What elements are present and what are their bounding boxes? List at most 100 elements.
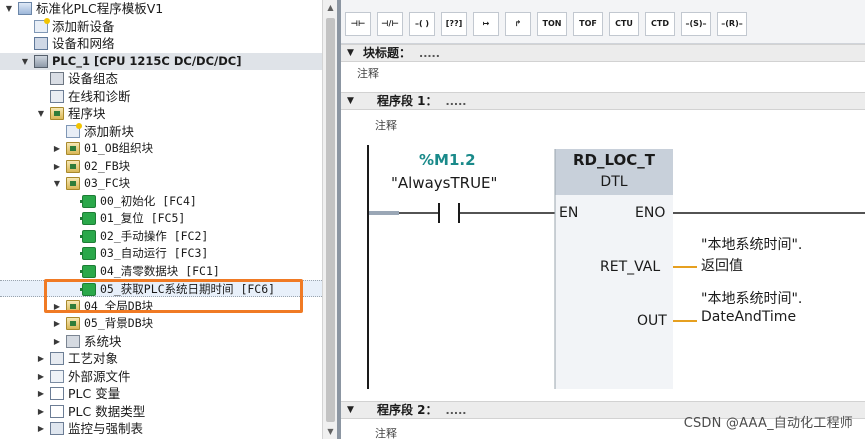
tree-item-label: 系统块 <box>84 333 122 349</box>
tree-item-label: 工艺对象 <box>68 351 119 366</box>
folder-icon <box>66 159 80 173</box>
scrollbar-thumb[interactable] <box>326 18 335 422</box>
coil-button[interactable]: –( ) <box>409 12 435 36</box>
tree-item[interactable]: 设备组态 <box>0 70 322 87</box>
ton-button[interactable]: TON <box>537 12 567 36</box>
tof-button[interactable]: TOF <box>573 12 603 36</box>
collapsed-arrow-icon[interactable]: ▶ <box>52 140 62 157</box>
tree-item[interactable]: ▶ 系统块 <box>0 333 322 350</box>
tree-item[interactable]: ▼ 程序块 <box>0 105 322 122</box>
collapse-icon[interactable]: ▼ <box>347 45 354 62</box>
system-blocks-icon <box>66 334 80 348</box>
network-1-header[interactable]: ▼ 程序段 1：..... <box>341 92 865 110</box>
tree-item[interactable]: 02_手动操作 [FC2] <box>0 228 322 245</box>
tree-item[interactable]: ▶ 01_OB组织块 <box>0 140 322 157</box>
tree-item[interactable]: ▼ 标准化PLC程序模板V1 <box>0 0 322 17</box>
tree-item[interactable]: ▼ 03_FC块 <box>0 175 322 192</box>
tree-item[interactable]: ▶ PLC 数据类型 <box>0 403 322 420</box>
pin-out: OUT <box>637 313 667 329</box>
no-contact-button[interactable]: ⊣⊢ <box>345 12 371 36</box>
collapsed-arrow-icon[interactable]: ▶ <box>52 158 62 175</box>
program-blocks-folder-icon <box>50 107 64 120</box>
tree-item-label: 05_背景DB块 <box>84 316 154 330</box>
instruction-toolbar: ⊣⊢ ⊣/⊢ –( ) [??] ↦ ↱ TON TOF CTU CTD –(S)– –(R)– <box>341 0 865 44</box>
tree-item-label: PLC 变量 <box>68 386 121 401</box>
folder-icon <box>66 142 80 155</box>
block-comment[interactable]: 注释 <box>357 65 379 81</box>
contact-symbol[interactable]: "AlwaysTRUE" <box>391 174 497 192</box>
tree-item-label: 00_初始化 [FC4] <box>100 193 197 208</box>
tree-item[interactable]: ▶ 外部源文件 <box>0 368 322 385</box>
tree-item[interactable]: ▶ 05_背景DB块 <box>0 315 322 332</box>
network-2-comment[interactable]: 注释 <box>375 425 397 439</box>
scroll-down-icon[interactable]: ▼ <box>323 424 338 439</box>
network-1-title: 程序段 1： <box>377 94 438 108</box>
ret-val-operand-member[interactable]: 返回值 <box>701 255 743 275</box>
expanded-arrow-icon[interactable]: ▼ <box>36 105 46 122</box>
tree-item[interactable]: 添加新块 <box>0 122 322 140</box>
collapsed-arrow-icon[interactable]: ▶ <box>52 315 62 332</box>
project-tree: ▼ 标准化PLC程序模板V1 添加新设备 设备和网络 ▼ PLC_1 [CPU 1215C… <box>0 0 322 439</box>
tree-item-label: 03_FC块 <box>84 176 131 190</box>
pin-ret-val: RET_VAL <box>600 259 661 275</box>
empty-box-button[interactable]: [??] <box>441 12 467 36</box>
tree-item[interactable]: 00_初始化 [FC4] <box>0 193 322 210</box>
network-1-comment[interactable]: 注释 <box>375 117 397 133</box>
tree-item[interactable]: 01_复位 [FC5] <box>0 210 322 227</box>
tree-item-label: 程序块 <box>68 106 106 121</box>
block-data-type[interactable]: DTL <box>555 174 673 190</box>
tree-item-label: 01_复位 [FC5] <box>100 211 186 225</box>
tree-item[interactable]: 添加新设备 <box>0 17 322 35</box>
collapsed-arrow-icon[interactable]: ▶ <box>36 385 46 402</box>
add-device-icon <box>34 17 50 33</box>
fc-block-icon <box>80 212 96 225</box>
tree-item[interactable]: 03_自动运行 [FC3] <box>0 245 322 262</box>
diagnostics-icon <box>50 89 64 103</box>
collapsed-arrow-icon[interactable]: ▶ <box>36 403 46 420</box>
close-branch-button[interactable]: ↱ <box>505 12 531 36</box>
tree-item-label: 02_FB块 <box>84 158 131 173</box>
scroll-up-icon[interactable]: ▲ <box>323 0 338 15</box>
block-body-bg <box>555 195 673 389</box>
collapsed-arrow-icon[interactable]: ▶ <box>36 420 46 437</box>
set-coil-button[interactable]: –(S)– <box>681 12 711 36</box>
reset-coil-button[interactable]: –(R)– <box>717 12 747 36</box>
network-icon <box>34 37 48 50</box>
tree-item[interactable]: 设备和网络 <box>0 35 322 52</box>
block-title-bar[interactable]: ▼ 块标题：..... <box>341 44 865 62</box>
open-branch-button[interactable]: ↦ <box>473 12 499 36</box>
tree-item[interactable]: ▶ PLC 变量 <box>0 385 322 402</box>
tree-item[interactable]: 在线和诊断 <box>0 88 322 105</box>
collapsed-arrow-icon[interactable]: ▶ <box>52 333 62 350</box>
tree-item[interactable]: 04_清零数据块 [FC1] <box>0 263 322 280</box>
out-operand-member[interactable]: DateAndTime <box>701 309 796 325</box>
tree-item-label: PLC_1 [CPU 1215C DC/DC/DC] <box>52 53 242 68</box>
plc-data-types-icon <box>50 404 64 418</box>
tree-scrollbar[interactable]: ▲ ▼ <box>322 0 337 439</box>
collapse-icon[interactable]: ▼ <box>347 93 354 110</box>
collapse-icon[interactable]: ▼ <box>347 402 354 419</box>
collapsed-arrow-icon[interactable]: ▶ <box>36 368 46 385</box>
out-operand-name[interactable]: "本地系统时间". <box>701 288 802 308</box>
tree-item-label: PLC 数据类型 <box>68 403 146 419</box>
ctu-button[interactable]: CTU <box>609 12 639 36</box>
pin-en: EN <box>559 205 579 221</box>
folder-icon <box>66 317 80 330</box>
ret-val-operand-name[interactable]: "本地系统时间". <box>701 234 802 254</box>
ctd-button[interactable]: CTD <box>645 12 675 36</box>
expanded-arrow-icon[interactable]: ▼ <box>20 53 30 70</box>
tree-item-label: 监控与强制表 <box>68 421 144 436</box>
tree-item[interactable]: ▼ PLC_1 [CPU 1215C DC/DC/DC] <box>0 52 322 70</box>
tree-item[interactable]: ▶ 监控与强制表 <box>0 420 322 437</box>
nc-contact-button[interactable]: ⊣/⊢ <box>377 12 403 36</box>
tree-item[interactable]: ▶ 02_FB块 <box>0 158 322 175</box>
collapsed-arrow-icon[interactable]: ▶ <box>36 350 46 367</box>
expanded-arrow-icon[interactable]: ▼ <box>4 0 14 17</box>
tree-item[interactable]: ▶ 工艺对象 <box>0 350 322 367</box>
pin-eno: ENO <box>635 205 666 221</box>
fc-block-icon <box>80 264 96 278</box>
expanded-arrow-icon[interactable]: ▼ <box>52 175 62 192</box>
contact-address[interactable]: %M1.2 <box>419 151 476 169</box>
fc-block-icon <box>80 194 96 208</box>
block-name[interactable]: RD_LOC_T <box>555 151 673 169</box>
